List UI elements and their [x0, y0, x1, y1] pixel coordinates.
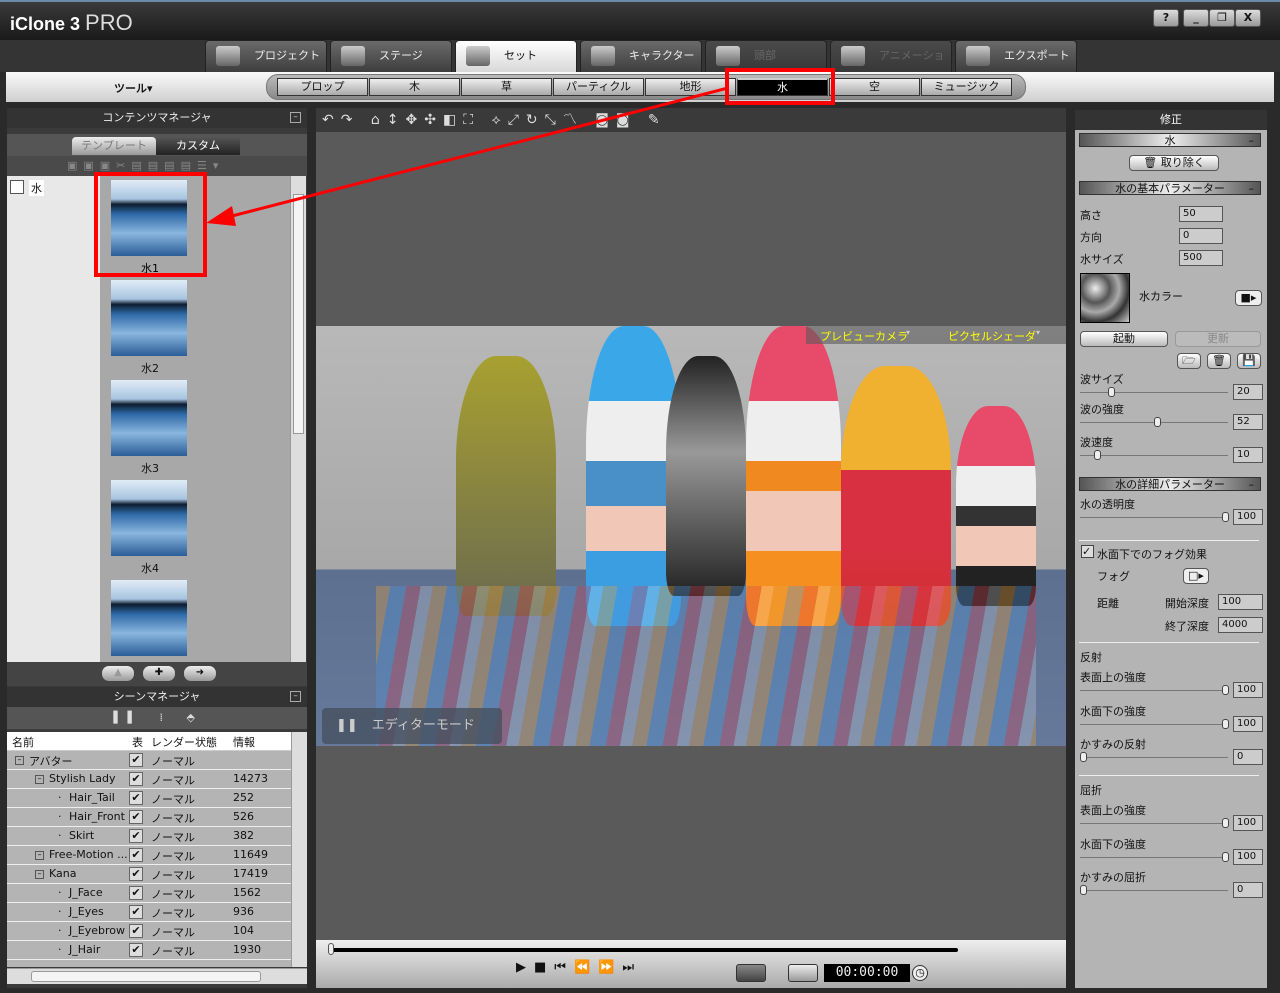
annotation-arrow	[206, 86, 729, 226]
